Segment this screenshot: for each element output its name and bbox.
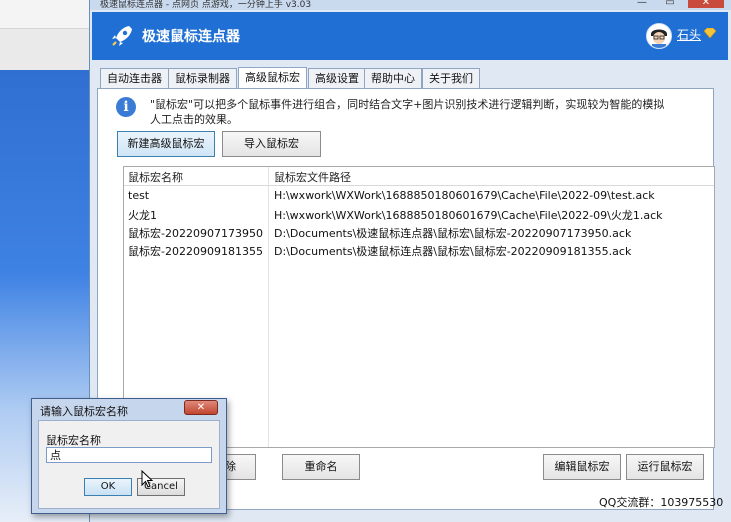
- macro-name-cell: 火龙1: [128, 209, 157, 222]
- window-title: 极速鼠标连点器 - 点网页 点游戏，一分钟上手 v3.03: [100, 0, 312, 10]
- macro-name-dialog: 请输入鼠标宏名称 ✕ 鼠标宏名称 点 OK Cancel: [31, 398, 227, 514]
- info-description: "鼠标宏"可以把多个鼠标事件进行组合，同时结合文字+图片识别技术进行逻辑判断，实…: [150, 98, 665, 126]
- app-title: 极速鼠标连点器: [142, 29, 240, 45]
- avatar[interactable]: [646, 23, 672, 49]
- rename-button[interactable]: 重命名: [282, 454, 360, 480]
- tab-advanced-settings[interactable]: 高级设置: [308, 68, 366, 88]
- close-button[interactable]: ✕: [688, 0, 724, 8]
- ok-button[interactable]: OK: [84, 478, 132, 496]
- table-row[interactable]: 鼠标宏-20220907173950 D:\Documents\极速鼠标连点器\…: [124, 223, 714, 241]
- macro-name-cell: 鼠标宏-20220909181355: [128, 245, 263, 258]
- rocket-icon: [112, 26, 132, 46]
- minimize-button[interactable]: —: [632, 0, 652, 8]
- info-icon: i: [116, 97, 136, 117]
- dialog-title: 请输入鼠标宏名称: [40, 405, 128, 418]
- tab-about-us[interactable]: 关于我们: [422, 68, 480, 88]
- table-row[interactable]: test H:\wxwork\WXWork\1688850180601679\C…: [124, 187, 714, 205]
- macro-name-input[interactable]: 点: [46, 447, 212, 463]
- dialog-body: 鼠标宏名称 点 OK Cancel: [38, 420, 220, 509]
- qq-group-text: QQ交流群：103975530: [599, 496, 724, 509]
- tab-mouse-recorder[interactable]: 鼠标录制器: [168, 68, 237, 88]
- mouse-cursor-icon: [141, 470, 153, 488]
- dialog-field-label: 鼠标宏名称: [46, 434, 101, 447]
- run-macro-button[interactable]: 运行鼠标宏: [626, 454, 704, 480]
- edit-macro-button[interactable]: 编辑鼠标宏: [543, 454, 621, 480]
- table-header: 鼠标宏名称 鼠标宏文件路径: [124, 167, 714, 186]
- diamond-icon[interactable]: [704, 28, 716, 38]
- table-row[interactable]: 鼠标宏-20220909181355 D:\Documents\极速鼠标连点器\…: [124, 241, 714, 259]
- user-avatar-icon: [647, 24, 671, 48]
- column-header-path[interactable]: 鼠标宏文件路径: [274, 169, 351, 185]
- user-name-link[interactable]: 石头: [677, 26, 701, 43]
- macro-name-cell: 鼠标宏-20220907173950: [128, 227, 263, 240]
- background-toolbar: [0, 0, 100, 29]
- dialog-close-button[interactable]: ✕: [184, 400, 218, 415]
- table-row[interactable]: 火龙1 H:\wxwork\WXWork\1688850180601679\Ca…: [124, 205, 714, 223]
- macro-path-cell: D:\Documents\极速鼠标连点器\鼠标宏\鼠标宏-20220907173…: [274, 227, 632, 240]
- maximize-button[interactable]: ▭: [660, 0, 680, 8]
- app-header: 极速鼠标连点器 石头: [92, 12, 728, 60]
- macro-path-cell: H:\wxwork\WXWork\1688850180601679\Cache\…: [274, 209, 663, 222]
- column-header-name[interactable]: 鼠标宏名称: [128, 169, 183, 185]
- import-macro-button[interactable]: 导入鼠标宏: [222, 131, 321, 157]
- new-macro-button[interactable]: 新建高级鼠标宏: [117, 131, 215, 157]
- macro-name-cell: test: [128, 189, 150, 202]
- title-bar: 极速鼠标连点器 - 点网页 点游戏，一分钟上手 v3.03 — ▭ ✕: [90, 0, 731, 10]
- tab-advanced-macro[interactable]: 高级鼠标宏: [238, 67, 307, 89]
- macro-path-cell: H:\wxwork\WXWork\1688850180601679\Cache\…: [274, 189, 655, 202]
- tab-help-center[interactable]: 帮助中心: [364, 68, 422, 88]
- macro-path-cell: D:\Documents\极速鼠标连点器\鼠标宏\鼠标宏-20220909181…: [274, 245, 632, 258]
- tab-auto-clicker[interactable]: 自动连击器: [100, 68, 169, 88]
